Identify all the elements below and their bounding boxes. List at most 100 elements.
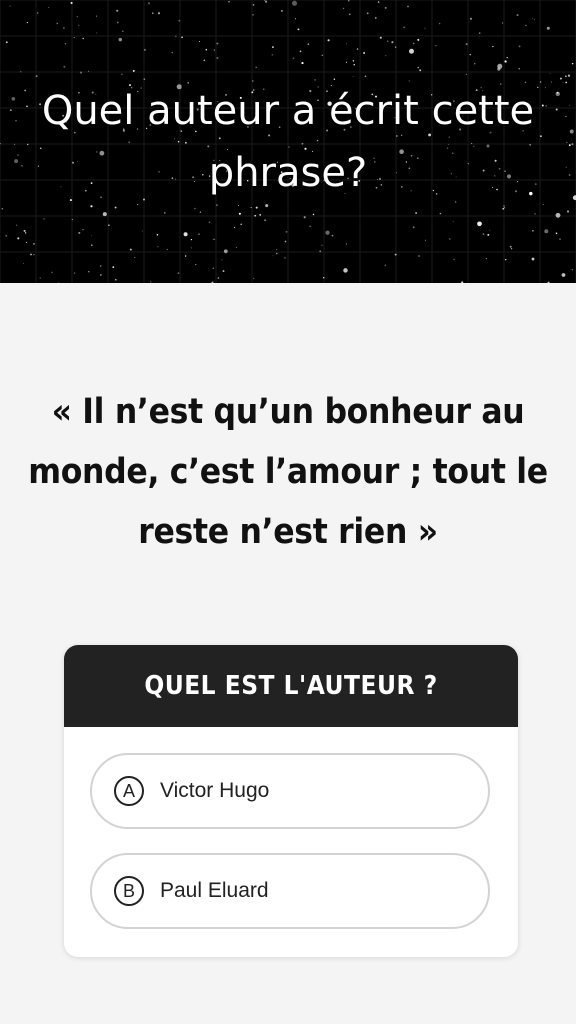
star	[534, 213, 536, 215]
star	[265, 0, 268, 3]
star	[163, 212, 166, 214]
option-label-a: Victor Hugo	[160, 779, 270, 802]
star	[477, 221, 482, 227]
star	[88, 70, 90, 72]
star	[407, 5, 409, 8]
option-label-b: Paul Eluard	[160, 879, 269, 902]
option-letter-b: B	[114, 876, 144, 906]
star	[516, 14, 519, 17]
page-title: Quel auteur a écrit cette phrase?	[41, 88, 535, 196]
star	[303, 216, 306, 219]
star	[265, 204, 269, 208]
star	[502, 207, 505, 210]
star	[424, 27, 426, 29]
star	[542, 204, 544, 205]
star	[73, 272, 76, 274]
star	[504, 60, 507, 63]
star	[487, 233, 490, 236]
star	[346, 61, 348, 63]
star	[20, 71, 22, 73]
star	[532, 17, 534, 19]
star	[307, 43, 310, 45]
star	[503, 205, 505, 207]
star	[70, 1, 73, 5]
star	[152, 12, 154, 14]
star	[395, 46, 397, 48]
star	[453, 258, 455, 261]
star	[43, 218, 45, 220]
star	[63, 65, 66, 68]
star	[299, 50, 302, 53]
star	[118, 37, 123, 42]
star	[99, 265, 102, 267]
star	[141, 230, 143, 232]
star	[497, 63, 503, 69]
star	[211, 281, 214, 283]
star	[233, 226, 236, 229]
star	[345, 43, 347, 45]
star	[190, 238, 193, 241]
star	[509, 245, 512, 248]
star	[33, 242, 35, 245]
star	[177, 272, 180, 275]
star	[23, 229, 26, 232]
star	[112, 266, 115, 268]
star	[412, 226, 415, 229]
star	[121, 73, 123, 76]
star	[195, 263, 197, 266]
star	[492, 45, 494, 48]
star	[129, 248, 132, 251]
star	[63, 27, 65, 29]
star	[114, 278, 117, 281]
star	[285, 230, 288, 233]
star	[511, 248, 513, 250]
star	[291, 0, 298, 6]
star	[221, 259, 223, 261]
star	[366, 12, 369, 15]
star	[95, 15, 97, 17]
star	[102, 212, 107, 217]
star	[343, 268, 348, 273]
star	[417, 66, 419, 69]
star	[264, 0, 266, 1]
star	[39, 277, 41, 279]
star	[555, 232, 558, 235]
star	[212, 267, 214, 269]
star	[79, 71, 83, 74]
star	[501, 22, 503, 24]
star	[461, 281, 464, 283]
answer-option-b[interactable]: B Paul Eluard	[90, 853, 490, 929]
star	[284, 240, 287, 243]
star	[482, 233, 485, 235]
star	[533, 18, 535, 20]
star	[352, 60, 355, 62]
star	[474, 63, 476, 65]
star	[348, 13, 351, 16]
star	[205, 48, 208, 51]
star	[271, 54, 273, 56]
star	[35, 75, 38, 78]
star	[198, 41, 201, 43]
star	[323, 277, 325, 279]
star	[571, 269, 573, 271]
star	[213, 238, 215, 241]
star	[559, 238, 561, 240]
star	[216, 42, 219, 45]
star	[91, 235, 93, 237]
star	[418, 255, 420, 257]
star	[76, 16, 78, 18]
star	[503, 207, 505, 209]
star	[147, 2, 151, 5]
star	[88, 271, 90, 273]
star	[438, 22, 441, 25]
star	[292, 57, 295, 60]
star	[255, 206, 258, 209]
answer-option-a[interactable]: A Victor Hugo	[90, 753, 490, 829]
star	[353, 64, 355, 66]
star	[194, 207, 196, 210]
star	[78, 231, 81, 234]
star	[82, 37, 84, 40]
star	[412, 42, 415, 45]
star	[73, 37, 75, 39]
star	[363, 52, 366, 54]
